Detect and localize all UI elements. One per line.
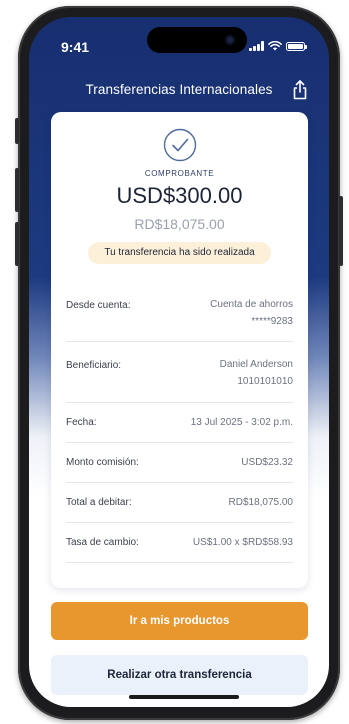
share-button[interactable] (289, 78, 311, 102)
dynamic-island (147, 27, 247, 53)
amount-local: RD$18,075.00 (134, 216, 225, 232)
row-label: Monto comisión: (66, 457, 139, 468)
receipt-card: COMPROBANTE USD$300.00 RD$18,075.00 Tu t… (51, 112, 308, 588)
row-label: Desde cuenta: (66, 300, 131, 311)
row-value: RD$18,075.00 (228, 497, 294, 508)
status-bar: 9:41 (29, 17, 329, 61)
go-to-products-button[interactable]: Ir a mis productos (51, 602, 308, 640)
silent-switch (15, 118, 19, 144)
page-title: Transferencias Internacionales (85, 82, 273, 97)
home-indicator[interactable] (129, 695, 239, 699)
battery-icon (286, 41, 307, 51)
detail-row-account: Desde cuenta: Cuenta de ahorros *****928… (66, 282, 293, 342)
amount-usd: USD$300.00 (116, 183, 243, 208)
row-value-line2: *****9283 (251, 316, 293, 327)
row-label: Total a debitar: (66, 497, 132, 508)
row-value-line1: Daniel Anderson (219, 359, 293, 370)
status-time: 9:41 (61, 39, 90, 55)
wifi-icon (268, 41, 282, 51)
front-camera-icon (225, 35, 235, 45)
receipt-label: COMPROBANTE (144, 169, 215, 178)
row-value: Cuenta de ahorros *****9283 (210, 296, 293, 330)
signal-icon (249, 41, 264, 51)
detail-row-exchange-rate: Tasa de cambio: US$1.00 x $RD$58.93 (66, 523, 293, 563)
volume-up-button (15, 168, 19, 212)
row-value: Daniel Anderson 1010101010 (220, 356, 293, 390)
row-value: US$1.00 x $RD$58.93 (192, 537, 293, 548)
app-header: Transferencias Internacionales (29, 77, 329, 105)
row-value: 13 Jul 2025 - 3:02 p.m. (190, 417, 293, 428)
row-value-line2: 1010101010 (237, 376, 293, 387)
detail-row-beneficiary: Beneficiario: Daniel Anderson 1010101010 (66, 342, 293, 403)
row-label: Beneficiario: (66, 360, 122, 371)
power-button (339, 196, 343, 266)
row-value-line1: Cuenta de ahorros (210, 299, 293, 310)
detail-row-date: Fecha: 13 Jul 2025 - 3:02 p.m. (66, 403, 293, 443)
detail-row-fee: Monto comisión: USD$23.32 (66, 443, 293, 483)
row-label: Tasa de cambio: (66, 537, 139, 548)
phone-screen: 9:41 Transferencias Internacionales COMP… (29, 17, 329, 707)
detail-row-total: Total a debitar: RD$18,075.00 (66, 483, 293, 523)
volume-down-button (15, 222, 19, 266)
share-icon (293, 80, 307, 100)
row-label: Fecha: (66, 417, 97, 428)
new-transfer-button[interactable]: Realizar otra transferencia (51, 655, 308, 695)
row-value: USD$23.32 (241, 457, 293, 468)
status-icons (249, 41, 307, 51)
status-badge: Tu transferencia ha sido realizada (88, 242, 271, 264)
check-circle-icon (163, 128, 197, 162)
